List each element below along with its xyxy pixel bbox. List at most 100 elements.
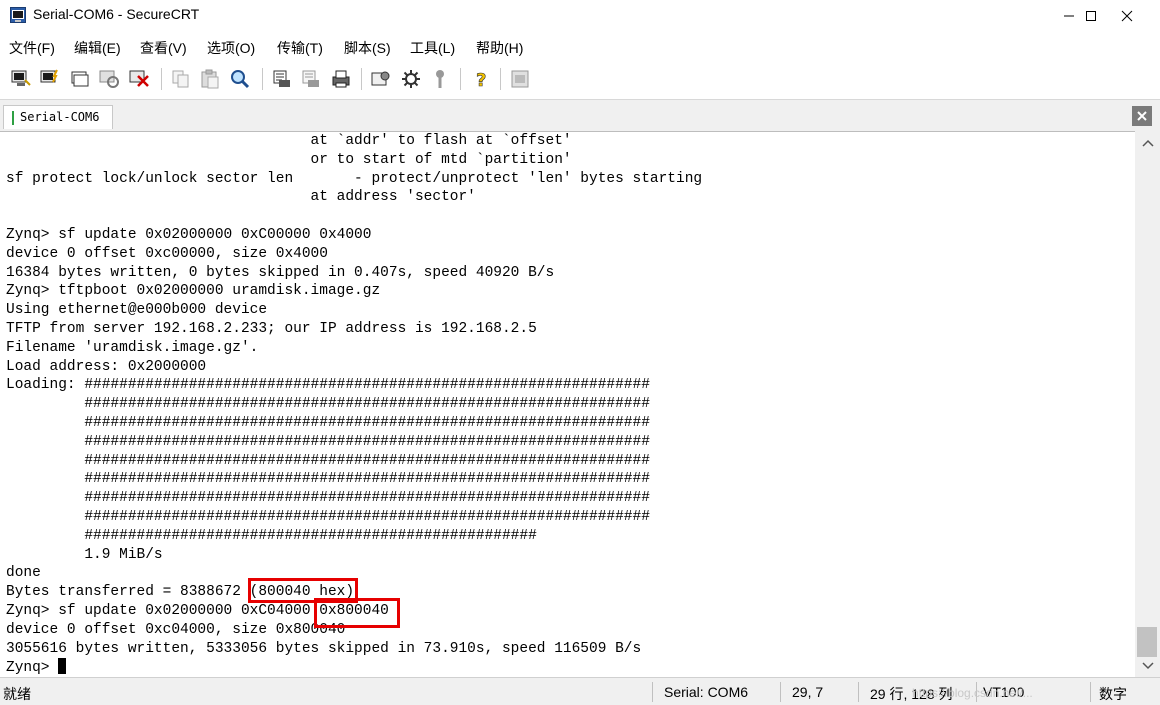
tab-serial-com6[interactable]: Serial-COM6 xyxy=(3,105,113,129)
terminal-line: ########################################… xyxy=(6,471,650,488)
connect-tab-button[interactable] xyxy=(68,67,92,91)
menu-script[interactable]: 脚本(S) xyxy=(344,38,391,58)
menu-options[interactable]: 选项(O) xyxy=(207,38,255,58)
tab-connected-indicator xyxy=(12,111,14,125)
terminal-line: device 0 offset 0xc00000, size 0x4000 xyxy=(6,245,328,262)
paste-icon xyxy=(201,69,219,89)
menu-tools[interactable]: 工具(L) xyxy=(410,38,455,58)
terminal-line: 1.9 MiB/s xyxy=(6,546,163,563)
scroll-down-button[interactable] xyxy=(1139,658,1156,674)
terminal-line: 16384 bytes written, 0 bytes skipped in … xyxy=(6,264,555,281)
terminal-line: ########################################… xyxy=(6,396,650,413)
quick-connect-icon xyxy=(40,69,58,83)
terminal-line: or to start of mtd `partition' xyxy=(6,151,572,168)
session-options-icon xyxy=(371,71,390,86)
terminal-line: ########################################… xyxy=(6,414,650,431)
keymap-icon xyxy=(436,70,444,88)
connect-tab-icon xyxy=(71,71,89,87)
terminal-line: ########################################… xyxy=(6,527,537,544)
status-port: Serial: COM6 xyxy=(664,684,749,700)
terminal-line: at `addr' to flash at `offset' xyxy=(6,133,572,149)
session-tab-bar: Serial-COM6 xyxy=(0,99,1160,132)
status-separator xyxy=(858,682,859,702)
paste-button[interactable] xyxy=(198,67,222,91)
connect-icon xyxy=(11,70,31,86)
menu-file[interactable]: 文件(F) xyxy=(9,38,55,58)
close-icon xyxy=(1137,111,1147,121)
terminal-cursor xyxy=(58,658,67,675)
close-tab-button[interactable] xyxy=(1132,106,1152,126)
status-separator xyxy=(780,682,781,702)
keymap-button[interactable] xyxy=(428,67,452,91)
print-selection-icon xyxy=(302,70,319,87)
title-bar: Serial-COM6 - SecureCRT xyxy=(0,0,1160,32)
terminal-view[interactable]: at `addr' to flash at `offset' or to sta… xyxy=(0,131,1135,678)
status-separator xyxy=(652,682,653,702)
toolbar-separator xyxy=(361,68,362,90)
close-icon xyxy=(1121,10,1133,22)
terminal-line: ########################################… xyxy=(6,433,650,450)
terminal-scrollbar[interactable] xyxy=(1135,131,1160,677)
menu-help[interactable]: 帮助(H) xyxy=(476,38,523,58)
disconnect-icon xyxy=(129,70,149,87)
print-setup-button[interactable] xyxy=(329,67,353,91)
menu-edit[interactable]: 编辑(E) xyxy=(74,38,121,58)
chevron-up-icon xyxy=(1141,139,1154,147)
toolbar-separator xyxy=(500,68,501,90)
terminal-prompt-line: Zynq> xyxy=(6,658,702,677)
highlight-size-arg-box xyxy=(314,598,400,628)
maximize-icon xyxy=(1086,11,1096,21)
terminal-prompt: Zynq> xyxy=(6,660,59,677)
print-selection-button[interactable] xyxy=(299,67,323,91)
menu-transfer[interactable]: 传输(T) xyxy=(277,38,323,58)
close-button[interactable] xyxy=(1104,0,1150,32)
print-icon xyxy=(273,70,290,87)
toolbar-separator xyxy=(460,68,461,90)
chevron-down-icon xyxy=(1141,662,1154,670)
toolbar: ? xyxy=(0,62,1160,98)
global-options-button[interactable] xyxy=(399,67,423,91)
terminal-line: TFTP from server 192.168.2.233; our IP a… xyxy=(6,320,537,337)
status-numlock: 数字 xyxy=(1099,686,1127,702)
reconnect-icon xyxy=(99,70,119,88)
find-button[interactable] xyxy=(228,67,252,91)
terminal-line: ########################################… xyxy=(6,508,650,525)
window-title: Serial-COM6 - SecureCRT xyxy=(33,6,200,22)
quick-connect-button[interactable] xyxy=(38,67,62,91)
reconnect-button[interactable] xyxy=(97,67,121,91)
status-ready: 就绪 xyxy=(3,686,31,702)
terminal-line: sf protect lock/unlock sector len - prot… xyxy=(6,170,703,187)
tab-label: Serial-COM6 xyxy=(20,110,100,124)
menu-bar: 文件(F) 编辑(E) 查看(V) 选项(O) 传输(T) 脚本(S) 工具(L… xyxy=(0,32,1160,62)
terminal-line: Load address: 0x2000000 xyxy=(6,358,207,375)
connect-button[interactable] xyxy=(9,67,33,91)
copy-icon xyxy=(172,70,189,88)
find-icon xyxy=(231,70,250,89)
toolbar-separator xyxy=(262,68,263,90)
svg-text:?: ? xyxy=(476,70,486,90)
copy-button[interactable] xyxy=(169,67,193,91)
scroll-up-button[interactable] xyxy=(1139,135,1156,151)
session-options-button[interactable] xyxy=(369,67,393,91)
status-separator xyxy=(1090,682,1091,702)
securecrt-app-icon xyxy=(10,7,26,23)
global-options-icon xyxy=(402,70,420,88)
watermark: https://blog.csdn.net/... xyxy=(912,686,1033,700)
toolbar-separator xyxy=(161,68,162,90)
terminal-line: Zynq> sf update 0x02000000 0xC00000 0x40… xyxy=(6,226,372,243)
terminal-line: Loading: ###############################… xyxy=(6,377,650,394)
terminal-line: at address 'sector' xyxy=(6,189,476,206)
status-cursor-position: 29, 7 xyxy=(792,684,824,700)
print-button[interactable] xyxy=(270,67,294,91)
terminal-line: ########################################… xyxy=(6,490,650,507)
print-setup-icon xyxy=(332,70,350,88)
disconnect-button[interactable] xyxy=(127,67,151,91)
menu-view[interactable]: 查看(V) xyxy=(140,38,187,58)
sftp-icon xyxy=(511,70,529,88)
scrollbar-thumb[interactable] xyxy=(1137,627,1157,657)
sftp-button[interactable] xyxy=(508,67,532,91)
help-button[interactable]: ? xyxy=(469,67,493,91)
terminal-line: Filename 'uramdisk.image.gz'. xyxy=(6,339,259,356)
terminal-line: ########################################… xyxy=(6,452,650,469)
